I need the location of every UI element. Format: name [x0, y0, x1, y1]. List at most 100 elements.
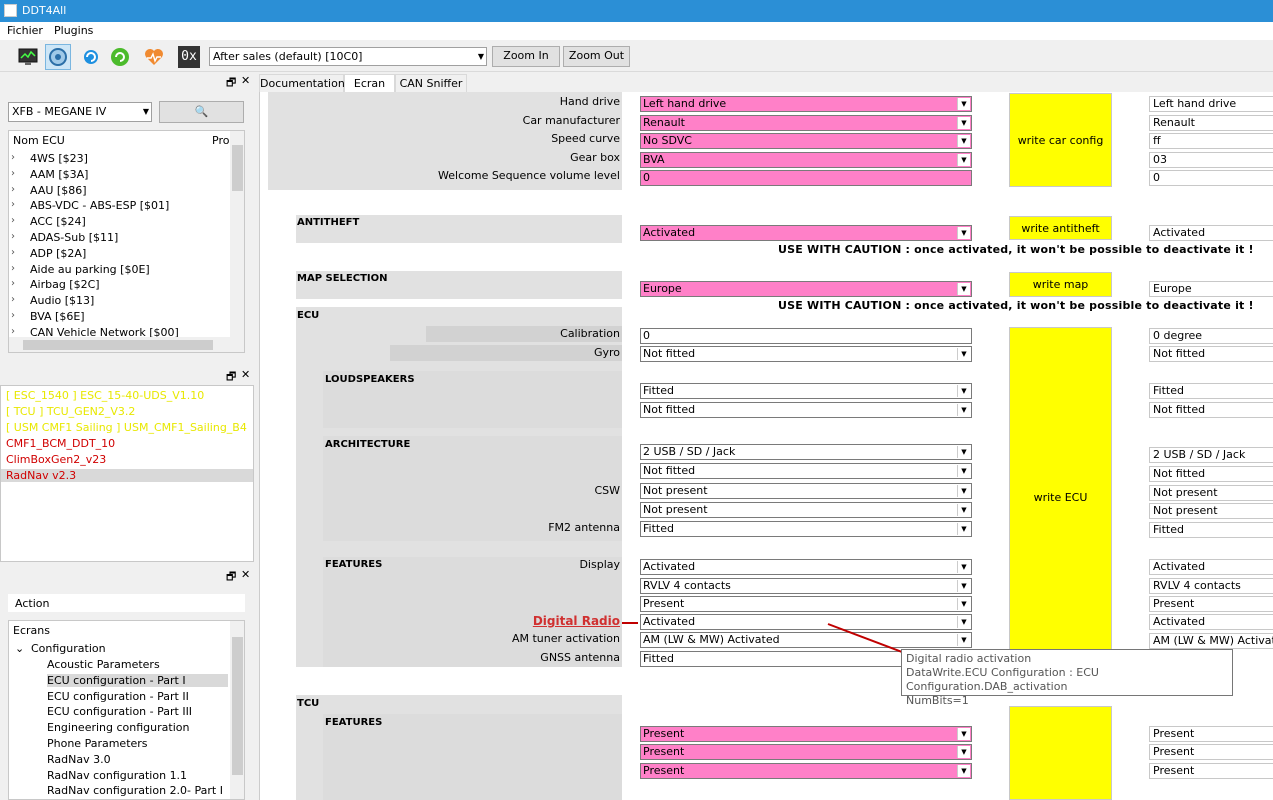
close-icon[interactable]: ✕	[241, 368, 250, 381]
vehicle-select[interactable]: XFB - MEGANE IV ▼	[8, 102, 152, 122]
map-select[interactable]: Europe ▼	[640, 281, 972, 297]
project-item[interactable]: RadNav v2.3	[1, 469, 253, 482]
screen-item[interactable]: Phone Parameters	[47, 737, 148, 750]
zoom-out-button[interactable]: Zoom Out	[563, 46, 630, 67]
write-antitheft-button[interactable]: write antitheft	[1009, 216, 1112, 240]
col-header-name[interactable]: Nom ECU	[13, 134, 65, 147]
reload-icon[interactable]	[107, 44, 133, 70]
tree-group-configuration[interactable]: Configuration	[31, 642, 106, 655]
heartbeat-icon[interactable]	[141, 44, 167, 70]
float-icon[interactable]: 🗗	[226, 74, 236, 93]
ecu-list-item[interactable]: › AAM [$3A]	[11, 168, 88, 181]
ecu-list-hscrollbar[interactable]	[9, 337, 244, 352]
welcome-volume-input[interactable]: 0	[640, 170, 972, 186]
tcu-feature-2-select[interactable]: Present ▼	[640, 744, 972, 760]
architecture-2-select[interactable]: Not fitted ▼	[640, 463, 972, 479]
write-car-config-button[interactable]: write car config	[1009, 93, 1112, 187]
architecture-1-select[interactable]: 2 USB / SD / Jack ▼	[640, 444, 972, 460]
hand-drive-select[interactable]: Left hand drive ▼	[640, 96, 972, 112]
display-select[interactable]: Activated ▼	[640, 559, 972, 575]
loudspeaker-2-select[interactable]: Not fitted ▼	[640, 402, 972, 418]
project-item[interactable]: ClimBoxGen2_v23	[6, 453, 106, 466]
write-map-button[interactable]: write map	[1009, 272, 1112, 297]
ecu-list-item[interactable]: › 4WS [$23]	[11, 152, 88, 165]
chevron-right-icon[interactable]: ›	[11, 231, 15, 242]
chevron-right-icon[interactable]: ›	[11, 278, 15, 289]
ecu-list-item[interactable]: › AAU [$86]	[11, 184, 86, 197]
screen-item[interactable]: Acoustic Parameters	[47, 658, 160, 671]
tcu-feature-1-select[interactable]: Present ▼	[640, 726, 972, 742]
screen-item[interactable]: ECU configuration - Part III	[47, 705, 192, 718]
write-tcu-button[interactable]	[1009, 706, 1112, 800]
screens-tree-header[interactable]: Ecrans	[13, 624, 50, 637]
monitor-icon[interactable]	[15, 44, 41, 70]
scroll-thumb[interactable]	[232, 145, 243, 191]
chevron-right-icon[interactable]: ›	[11, 168, 15, 179]
menu-fichier[interactable]: Fichier	[7, 24, 43, 37]
hex-icon[interactable]: 0x	[176, 44, 202, 70]
screen-item[interactable]: RadNav 3.0	[47, 753, 111, 766]
ecu-list-item[interactable]: › ACC [$24]	[11, 215, 86, 228]
session-select[interactable]: After sales (default) [10C0] ▼	[209, 47, 487, 66]
col-header-pro[interactable]: Pro	[212, 134, 229, 147]
gear-box-select[interactable]: BVA ▼	[640, 152, 972, 168]
ecu-list-item[interactable]: › BVA [$6E]	[11, 310, 85, 323]
screens-scrollbar[interactable]	[230, 621, 244, 799]
screen-item[interactable]: ECU configuration - Part I	[47, 673, 228, 687]
project-item[interactable]: CMF1_BCM_DDT_10	[6, 437, 115, 450]
float-icon[interactable]: 🗗	[226, 568, 236, 587]
tab-ecran[interactable]: Ecran	[344, 74, 395, 93]
chevron-right-icon[interactable]: ›	[11, 310, 15, 321]
project-item[interactable]: [ TCU ] TCU_GEN2_V3.2	[6, 405, 135, 418]
loudspeaker-1-select[interactable]: Fitted ▼	[640, 383, 972, 399]
ecu-list-item[interactable]: › Audio [$13]	[11, 294, 94, 307]
screen-item[interactable]: RadNav configuration 2.0- Part I	[47, 784, 223, 797]
car-manufacturer-select[interactable]: Renault ▼	[640, 115, 972, 131]
chevron-down-icon[interactable]: ⌄	[15, 642, 24, 655]
close-icon[interactable]: ✕	[241, 568, 250, 581]
chevron-right-icon[interactable]: ›	[11, 184, 15, 195]
chevron-right-icon[interactable]: ›	[11, 326, 15, 337]
write-ecu-button[interactable]: write ECU	[1009, 327, 1112, 667]
speed-curve-select[interactable]: No SDVC ▼	[640, 133, 972, 149]
tab-can-sniffer[interactable]: CAN Sniffer	[395, 74, 467, 93]
chevron-right-icon[interactable]: ›	[11, 263, 15, 274]
menu-plugins[interactable]: Plugins	[54, 24, 93, 37]
ecu-list-item[interactable]: › ADAS-Sub [$11]	[11, 231, 118, 244]
tcu-feature-3-select[interactable]: Present ▼	[640, 763, 972, 779]
tab-documentation[interactable]: Documentation	[259, 74, 345, 93]
ecu-list-item[interactable]: › ADP [$2A]	[11, 247, 86, 260]
feature-2-select[interactable]: RVLV 4 contacts ▼	[640, 578, 972, 594]
screen-item[interactable]: Engineering configuration	[47, 721, 189, 734]
chevron-right-icon[interactable]: ›	[11, 215, 15, 226]
architecture-4-select[interactable]: Not present ▼	[640, 502, 972, 518]
scroll-thumb[interactable]	[232, 637, 243, 775]
fm2-antenna-select[interactable]: Fitted ▼	[640, 521, 972, 537]
search-ecu-button[interactable]: 🔍	[159, 101, 244, 123]
refresh-icon[interactable]	[78, 44, 104, 70]
close-icon[interactable]: ✕	[241, 74, 250, 87]
chevron-right-icon[interactable]: ›	[11, 199, 15, 210]
ecu-list-item[interactable]: › ABS-VDC - ABS-ESP [$01]	[11, 199, 169, 212]
ecu-scan-icon[interactable]	[45, 44, 71, 70]
project-item[interactable]: [ ESC_1540 ] ESC_15-40-UDS_V1.10	[6, 389, 204, 402]
action-field[interactable]: Action	[8, 594, 245, 612]
chevron-right-icon[interactable]: ›	[11, 152, 15, 163]
ecu-list-scrollbar[interactable]	[230, 131, 244, 337]
label-digital-radio[interactable]: Digital Radio	[533, 614, 620, 628]
gyro-select[interactable]: Not fitted ▼	[640, 346, 972, 362]
project-item[interactable]: [ USM CMF1 Sailing ] USM_CMF1_Sailing_B4	[6, 421, 247, 434]
antitheft-select[interactable]: Activated ▼	[640, 225, 972, 241]
feature-3-select[interactable]: Present ▼	[640, 596, 972, 612]
ecu-list-item[interactable]: › Aide au parking [$0E]	[11, 263, 150, 276]
hscroll-thumb[interactable]	[23, 340, 213, 350]
display-value: Activated	[643, 560, 696, 573]
chevron-right-icon[interactable]: ›	[11, 247, 15, 258]
csw-select[interactable]: Not present ▼	[640, 483, 972, 499]
screen-item[interactable]: RadNav configuration 1.1	[47, 769, 187, 782]
zoom-in-button[interactable]: Zoom In	[492, 46, 560, 67]
ecu-list-item[interactable]: › Airbag [$2C]	[11, 278, 100, 291]
screen-item[interactable]: ECU configuration - Part II	[47, 690, 189, 703]
chevron-right-icon[interactable]: ›	[11, 294, 15, 305]
calibration-input[interactable]: 0	[640, 328, 972, 344]
